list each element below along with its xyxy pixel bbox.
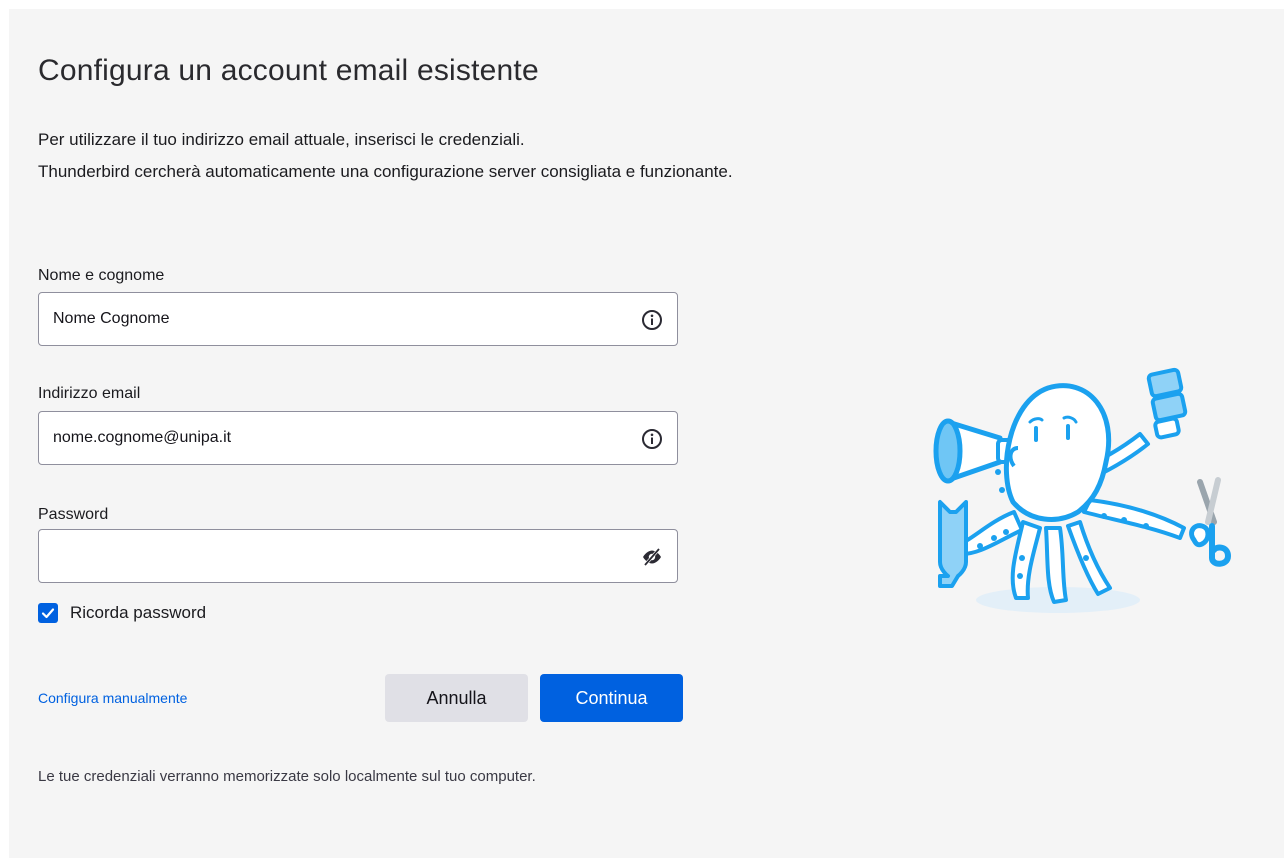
password-field[interactable] xyxy=(38,529,678,583)
octopus-mascot-illustration xyxy=(933,367,1232,613)
remember-password-checkbox[interactable] xyxy=(38,603,58,623)
cancel-button[interactable]: Annulla xyxy=(385,674,528,722)
name-value[interactable]: Nome Cognome xyxy=(53,310,170,328)
scissors-icon xyxy=(1189,477,1232,567)
continue-button[interactable]: Continua xyxy=(540,674,683,722)
local-storage-note: Le tue credenziali verranno memorizzate … xyxy=(38,768,536,785)
page-description: Per utilizzare il tuo indirizzo email at… xyxy=(38,124,733,188)
page-title: Configura un account email esistente xyxy=(38,54,539,87)
wrench-icon xyxy=(938,500,968,588)
eye-slash-icon[interactable] xyxy=(641,546,663,568)
name-field[interactable]: Nome Cognome xyxy=(38,292,678,346)
email-label: Indirizzo email xyxy=(38,385,141,402)
password-label: Password xyxy=(38,506,109,523)
manual-config-link[interactable]: Configura manualmente xyxy=(38,690,187,706)
checkmark-icon xyxy=(41,608,55,619)
remember-password-row[interactable]: Ricorda password xyxy=(38,601,206,625)
email-field[interactable]: nome.cognome@unipa.it xyxy=(38,411,678,465)
email-value[interactable]: nome.cognome@unipa.it xyxy=(53,429,231,447)
remember-password-label[interactable]: Ricorda password xyxy=(70,603,206,623)
device-stack-icon xyxy=(1146,367,1188,440)
description-line-2: Thunderbird cercherà automaticamente una… xyxy=(38,162,733,181)
name-label: Nome e cognome xyxy=(38,267,165,284)
description-line-1: Per utilizzare il tuo indirizzo email at… xyxy=(38,130,525,149)
info-icon[interactable] xyxy=(641,428,663,450)
info-icon[interactable] xyxy=(641,309,663,331)
